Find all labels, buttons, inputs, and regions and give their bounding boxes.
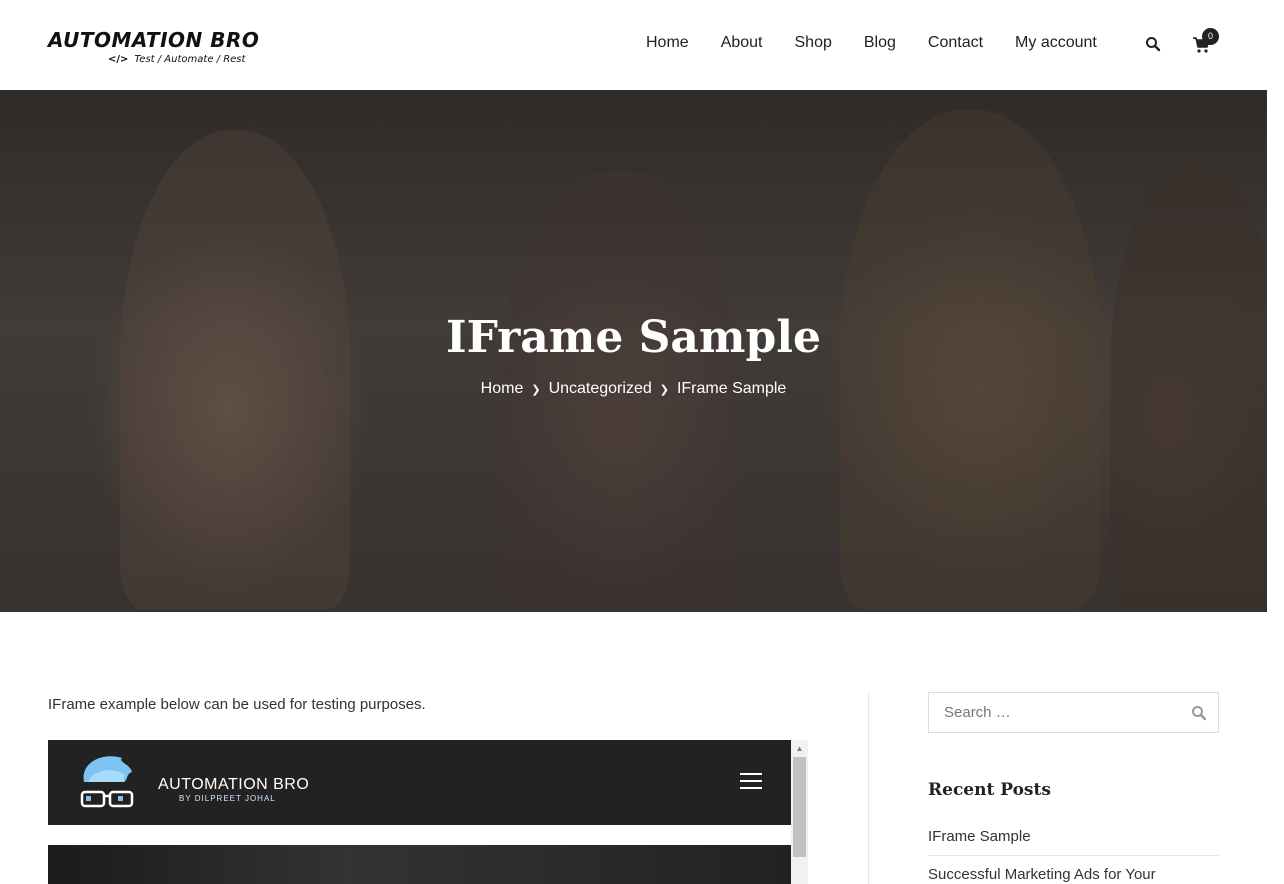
breadcrumb-current: IFrame Sample: [676, 380, 787, 397]
iframe-header: AUTOMATION BRO BY DILPREET JOHAL: [48, 740, 791, 825]
recent-posts-title: Recent Posts: [928, 780, 1051, 800]
intro-text: IFrame example below can be used for tes…: [48, 696, 426, 713]
chevron-right-icon: ❯: [659, 383, 669, 396]
nav-my-account[interactable]: My account: [1015, 34, 1097, 52]
recent-post-link[interactable]: IFrame Sample: [928, 828, 1219, 856]
breadcrumb: Home ❯ Uncategorized ❯ IFrame Sample: [0, 380, 1267, 398]
iframe-brand-sub: BY DILPREET JOHAL: [179, 794, 276, 803]
logo-tagline: </> Test / Automate / Rest: [108, 54, 245, 65]
content-divider: [868, 692, 869, 884]
search-icon[interactable]: [1145, 36, 1161, 52]
iframe-hero-image: [48, 845, 791, 884]
hamburger-menu-icon[interactable]: [740, 773, 762, 791]
chevron-right-icon: ❯: [531, 383, 541, 396]
main-nav: Home About Shop Blog Contact My account: [646, 34, 1097, 52]
breadcrumb-home[interactable]: Home: [481, 380, 524, 398]
page-title: IFrame Sample: [446, 312, 821, 363]
recent-post-link[interactable]: Successful Marketing Ads for Your: [928, 866, 1219, 884]
sidebar-search: [928, 692, 1219, 733]
nav-about[interactable]: About: [721, 34, 763, 52]
breadcrumb-category[interactable]: Uncategorized: [549, 380, 652, 398]
glasses-mascot-icon: [78, 752, 138, 810]
nav-home[interactable]: Home: [646, 34, 689, 52]
logo-tagline-text: Test / Automate / Rest: [134, 54, 246, 65]
embedded-iframe[interactable]: AUTOMATION BRO BY DILPREET JOHAL ▲: [48, 740, 808, 884]
iframe-scrollbar[interactable]: ▲: [791, 740, 808, 884]
scrollbar-thumb[interactable]: [793, 757, 806, 857]
site-header: AUTOMATION BRO </> Test / Automate / Rest…: [0, 0, 1267, 90]
logo-text: AUTOMATION BRO: [48, 28, 260, 52]
page-hero: IFrame Sample Home ❯ Uncategorized ❯ IFrame …: [0, 90, 1267, 612]
scroll-up-arrow-icon[interactable]: ▲: [791, 740, 808, 757]
code-brackets-icon: </>: [108, 54, 129, 65]
search-submit-icon[interactable]: [1191, 705, 1207, 721]
search-input[interactable]: [929, 693, 1179, 732]
site-logo[interactable]: AUTOMATION BRO </> Test / Automate / Rest: [48, 28, 259, 72]
nav-contact[interactable]: Contact: [928, 34, 983, 52]
iframe-brand: AUTOMATION BRO: [158, 776, 310, 793]
recent-posts-list: IFrame Sample Successful Marketing Ads f…: [928, 828, 1219, 884]
nav-blog[interactable]: Blog: [864, 34, 896, 52]
cart-count-badge: 0: [1202, 28, 1219, 45]
nav-shop[interactable]: Shop: [795, 34, 832, 52]
